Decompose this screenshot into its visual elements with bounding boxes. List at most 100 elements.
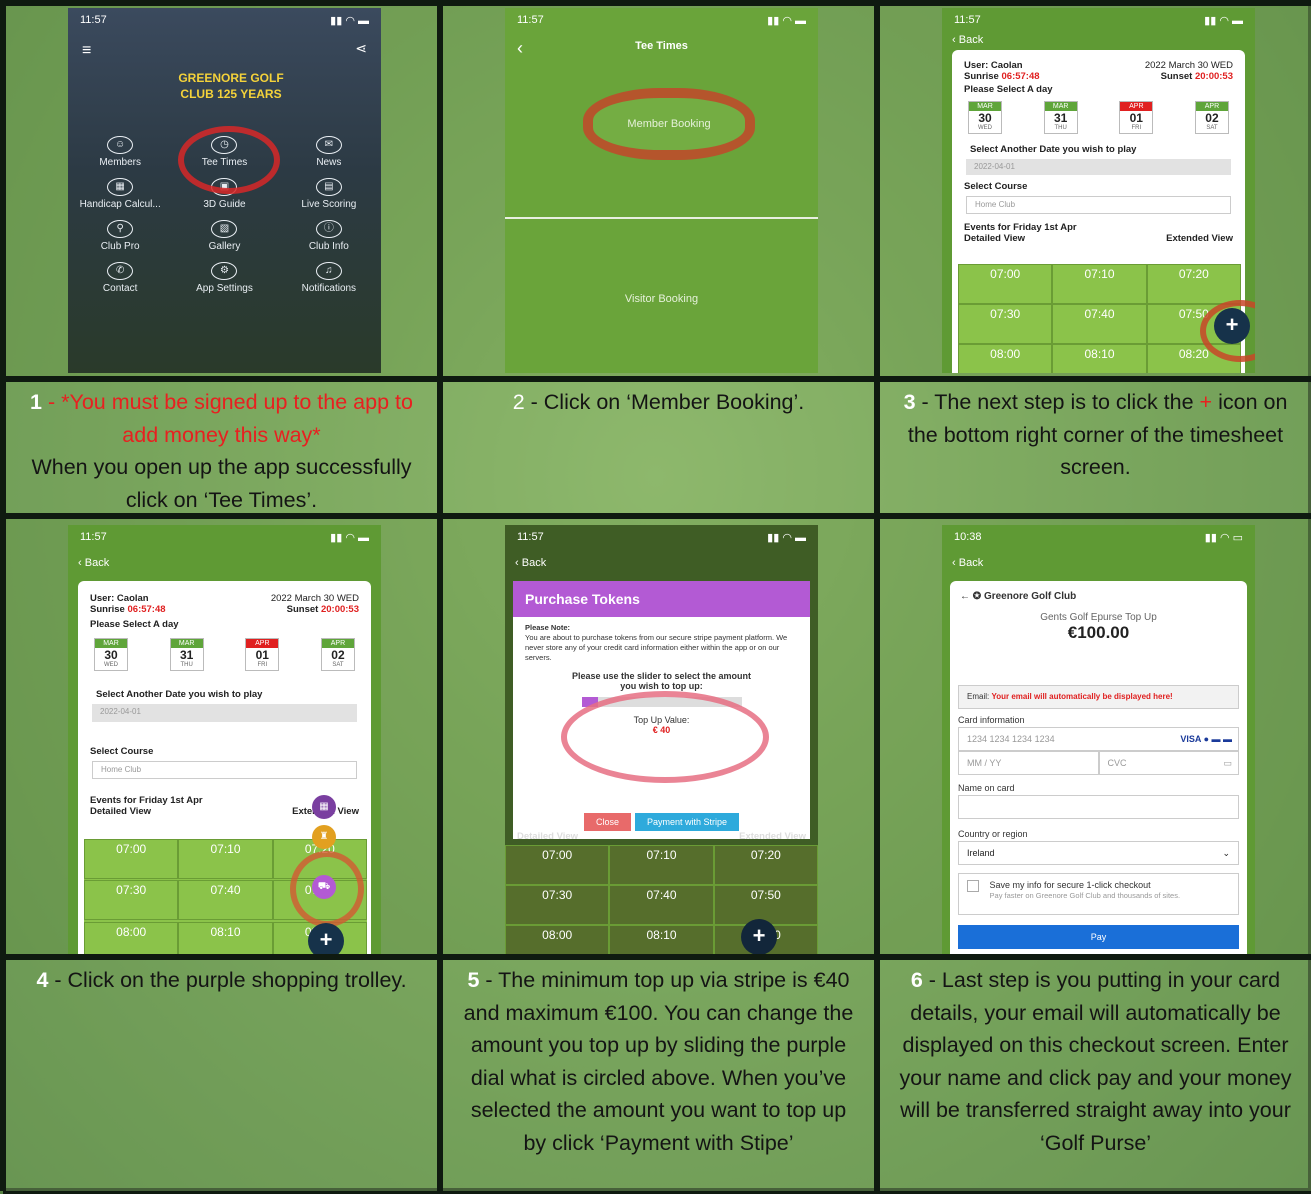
day-button[interactable]: APR 02 SAT xyxy=(1194,101,1229,134)
purchase-tokens-modal: Purchase Tokens Please Note: You are abo… xyxy=(513,581,810,839)
date-input[interactable]: 2022-04-01 xyxy=(92,704,357,722)
signal-icon: ▮▮ ◠ ▬ xyxy=(767,15,806,27)
back-button[interactable]: ‹ Back xyxy=(942,547,1255,573)
tee-slot[interactable]: 07:10 xyxy=(1052,264,1147,304)
menu-contact[interactable]: ✆ Contact xyxy=(68,262,172,294)
tee-slot[interactable]: 08:10 xyxy=(609,925,714,954)
status-time: 11:57 xyxy=(80,14,107,26)
step6-caption: 6 - Last step is you putting in your car… xyxy=(877,957,1311,1194)
back-button[interactable]: ‹ Back xyxy=(942,30,1255,50)
detailed-view-toggle[interactable]: Detailed View xyxy=(964,233,1025,244)
back-button[interactable]: ‹ Back xyxy=(68,547,381,573)
date-input[interactable]: 2022-04-01 xyxy=(966,159,1231,175)
menu-gallery[interactable]: ▧ Gallery xyxy=(172,220,276,252)
tee-slot[interactable]: 07:20 xyxy=(1146,264,1241,304)
day-button[interactable]: MAR 31 THU xyxy=(169,638,204,671)
tee-slot[interactable]: 07:30 xyxy=(958,304,1053,344)
name-on-card-input[interactable] xyxy=(958,795,1239,819)
cvc-input[interactable]: CVC ▭ xyxy=(1098,751,1239,775)
day-button[interactable]: MAR 30 WED xyxy=(968,101,1002,134)
tee-slot[interactable]: 08:00 xyxy=(84,921,179,954)
member-booking-button[interactable]: Member Booking xyxy=(583,88,755,160)
day-button[interactable]: MAR 31 THU xyxy=(1043,101,1078,134)
menu-live-scoring[interactable]: ▤ Live Scoring xyxy=(277,178,381,210)
tee-slot[interactable]: 08:10 xyxy=(1052,344,1147,373)
signal-icon: ▮▮ ◠ ▬ xyxy=(1204,15,1243,27)
payment-with-stripe-button[interactable]: Payment with Stripe xyxy=(634,813,740,831)
step6-screenshot-cell: 10:38 ▮▮ ◠ ▭ ‹ Back ← ✪ Greenore Golf Clu… xyxy=(877,516,1311,957)
tee-slot[interactable]: 07:40 xyxy=(609,885,714,925)
tee-slot[interactable]: 07:30 xyxy=(505,885,610,925)
phone-icon: ✆ xyxy=(107,262,134,280)
step3-phone: 11:57 ▮▮ ◠ ▬ ‹ Back User: Caolan 2022 Marc… xyxy=(942,8,1255,373)
tee-slot[interactable]: 07:40 xyxy=(1052,304,1147,344)
course-select[interactable]: Home Club xyxy=(92,761,357,779)
tee-slot[interactable]: 07:00 xyxy=(958,264,1053,304)
expiry-input[interactable]: MM / YY xyxy=(958,751,1099,775)
tee-slot[interactable]: 08:00 xyxy=(505,925,610,954)
status-time: 11:57 xyxy=(517,14,544,26)
club-logo: GREENORE GOLF CLUB 125 YEARS xyxy=(178,71,284,101)
date-label: 2022 March 30 WED xyxy=(1144,60,1233,71)
calculator-icon: ▦ xyxy=(107,178,134,196)
add-plus-icon[interactable]: + xyxy=(308,923,344,954)
tee-slot[interactable]: 08:00 xyxy=(958,344,1053,373)
menu-news[interactable]: ✉ News xyxy=(277,136,381,168)
day-button[interactable]: APR 02 SAT xyxy=(320,638,355,671)
step3-screenshot-cell: 11:57 ▮▮ ◠ ▬ ‹ Back User: Caolan 2022 Marc… xyxy=(877,3,1311,379)
step2-phone: 11:57 ▮▮ ◠ ▬ ‹ Tee Times Member Booking V… xyxy=(505,8,818,373)
signal-icon: ▮▮ ◠ ▬ xyxy=(767,532,806,544)
menu-app-settings[interactable]: ⚙ App Settings xyxy=(172,262,276,294)
back-arrow-icon[interactable]: ← xyxy=(960,591,970,602)
tee-slot[interactable]: 07:00 xyxy=(84,839,179,879)
day-button[interactable]: MAR 30 WED xyxy=(94,638,128,671)
add-plus-icon[interactable]: + xyxy=(741,919,777,954)
menu-members[interactable]: ☺ Members xyxy=(68,136,172,168)
tee-slot[interactable]: 07:40 xyxy=(178,880,273,921)
hamburger-icon[interactable]: ≡ xyxy=(82,42,91,60)
select-day-label: Please Select A day xyxy=(964,84,1053,95)
product-name: Gents Golf Epurse Top Up xyxy=(1040,612,1157,623)
country-select[interactable]: Ireland ⌄ xyxy=(958,841,1239,865)
menu-handicap[interactable]: ▦ Handicap Calcul... xyxy=(68,178,172,210)
menu-club-pro[interactable]: ⚲ Club Pro xyxy=(68,220,172,252)
another-date-label: Select Another Date you wish to play xyxy=(970,144,1137,155)
tee-slot[interactable]: 07:30 xyxy=(84,880,179,921)
scoreboard-icon: ▤ xyxy=(315,178,342,196)
trophy-icon[interactable]: ♜ xyxy=(312,825,336,849)
tee-slot[interactable]: 07:20 xyxy=(713,845,818,885)
checkout-sheet: ← ✪ Greenore Golf Club Gents Golf Epurse… xyxy=(950,581,1247,954)
extended-view-toggle[interactable]: Extended View xyxy=(1166,233,1233,244)
save-info-checkbox[interactable] xyxy=(967,880,979,892)
bell-icon: ♫ xyxy=(315,262,342,280)
menu-notifications[interactable]: ♫ Notifications xyxy=(277,262,381,294)
day-button[interactable]: APR 01 FRI xyxy=(1119,101,1154,134)
back-chevron-icon[interactable]: ‹ xyxy=(517,38,523,59)
tee-slot[interactable]: 07:00 xyxy=(505,845,610,885)
menu-club-info[interactable]: ⓘ Club Info xyxy=(277,220,381,252)
cvc-icon: ▭ xyxy=(1223,758,1232,768)
add-plus-icon[interactable]: + xyxy=(1214,308,1250,344)
step2-screenshot-cell: 11:57 ▮▮ ◠ ▬ ‹ Tee Times Member Booking V… xyxy=(440,3,877,379)
user-label: User: Caolan xyxy=(964,60,1023,71)
pay-button[interactable]: Pay xyxy=(958,925,1239,949)
close-button[interactable]: Close xyxy=(583,813,631,831)
visitor-booking-button[interactable]: Visitor Booking xyxy=(505,293,818,305)
signal-icon: ▮▮ ◠ ▬ xyxy=(330,15,369,27)
day-picker: MAR 30 WED MAR 31 THU APR 01 FRI APR 02 SAT xyxy=(78,634,371,675)
course-select[interactable]: Home Club xyxy=(966,196,1231,214)
step4-caption: 4 - Click on the purple shopping trolley… xyxy=(3,957,440,1194)
tee-slot[interactable]: 07:10 xyxy=(178,839,273,879)
email-field[interactable]: Email: Your email will automatically be … xyxy=(958,685,1239,709)
step4-screenshot-cell: 11:57 ▮▮ ◠ ▬ ‹ Back User: Caolan 2022 Marc… xyxy=(3,516,440,957)
calendar-icon[interactable]: ▦ xyxy=(312,795,336,819)
detailed-view-toggle[interactable]: Detailed View xyxy=(90,806,151,817)
tee-slot[interactable]: 07:50 xyxy=(713,885,818,925)
day-button[interactable]: APR 01 FRI xyxy=(245,638,280,671)
card-number-input[interactable]: 1234 1234 1234 1234 VISA ● ▬ ▬ xyxy=(958,727,1239,751)
share-icon[interactable]: ⋖ xyxy=(355,40,367,57)
back-button[interactable]: ‹ Back xyxy=(505,547,818,573)
tee-slot[interactable]: 08:10 xyxy=(178,921,273,954)
tee-slot[interactable]: 07:10 xyxy=(609,845,714,885)
step1-caption: 1 - *You must be signed up to the app to… xyxy=(3,379,440,516)
